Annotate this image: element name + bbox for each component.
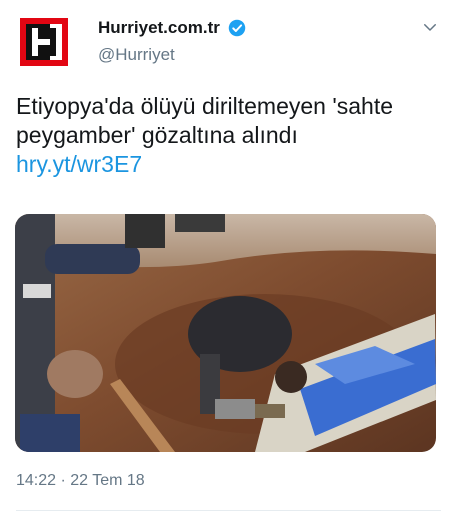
handle[interactable]: @Hurriyet: [98, 45, 246, 65]
hurriyet-logo-icon: [20, 18, 68, 66]
tweet-timestamp[interactable]: 14:22 · 22 Tem 18: [16, 472, 145, 490]
tweet-header: Hurriyet.com.tr @Hurriyet: [16, 12, 441, 72]
divider: [16, 510, 441, 511]
verified-badge-icon: [229, 19, 246, 37]
chevron-down-icon[interactable]: [421, 18, 439, 36]
tweet-text: Etiyopya'da ölüyü diriltemeyen 'sahte pe…: [16, 93, 393, 148]
avatar[interactable]: [16, 14, 72, 70]
author-names: Hurriyet.com.tr @Hurriyet: [98, 18, 246, 65]
tweet-body: Etiyopya'da ölüyü diriltemeyen 'sahte pe…: [16, 92, 441, 179]
tweet-link[interactable]: hry.yt/wr3E7: [16, 150, 441, 179]
display-name[interactable]: Hurriyet.com.tr: [98, 18, 220, 38]
tweet-media-image[interactable]: [15, 214, 436, 452]
